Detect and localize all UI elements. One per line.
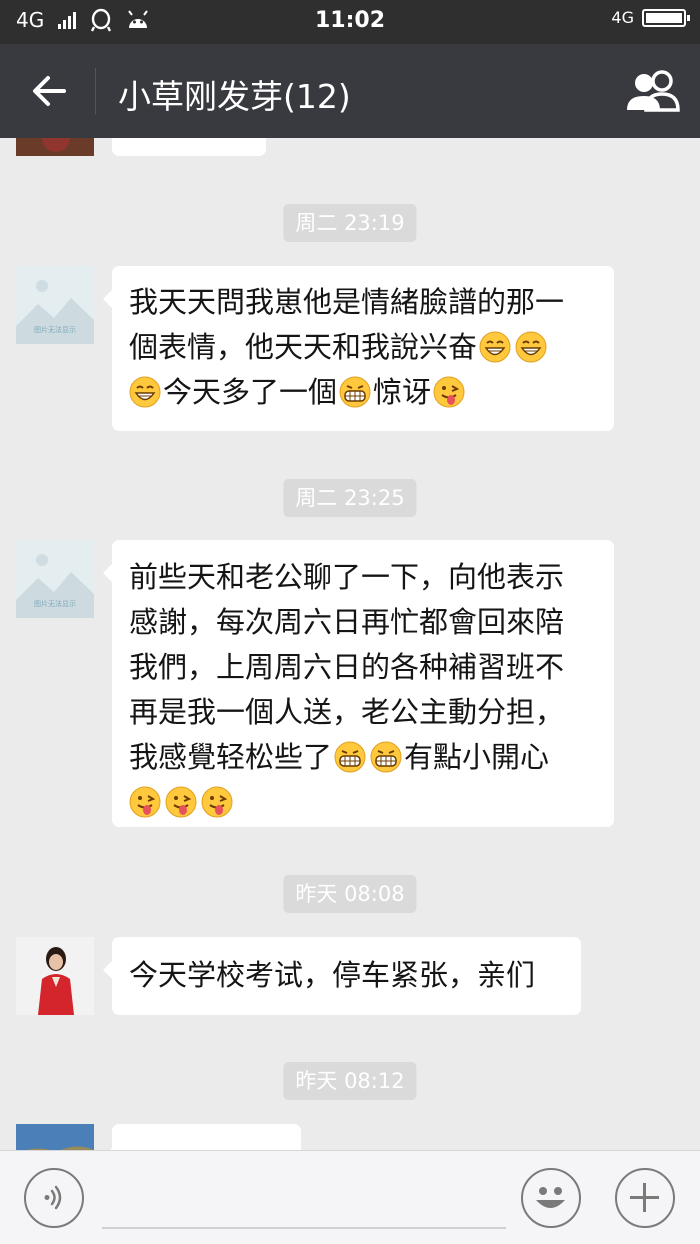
avatar-photo[interactable] <box>16 937 94 1015</box>
big-grin-emoji-icon <box>370 741 402 773</box>
voice-icon <box>44 1185 62 1210</box>
message-text: 有點小開心 <box>404 740 550 774</box>
big-grin-emoji-icon <box>339 376 371 408</box>
grin-emoji-icon <box>129 376 161 408</box>
avatar-photo[interactable] <box>16 138 94 156</box>
group-members-icon[interactable] <box>624 68 682 114</box>
big-grin-emoji-icon <box>334 741 366 773</box>
clock: 11:02 <box>314 8 386 33</box>
emoji-button[interactable] <box>521 1168 581 1228</box>
chat-header: 小草刚发芽(12) <box>0 44 700 138</box>
message-bubble[interactable] <box>112 138 266 156</box>
message-timestamp: 昨天 08:08 <box>283 875 417 913</box>
wink-tongue-emoji-icon <box>165 786 197 818</box>
avatar-photo[interactable] <box>16 1124 94 1150</box>
message-timestamp: 周二 23:25 <box>283 479 417 517</box>
message-timestamp: 周二 23:19 <box>283 204 417 242</box>
message-text: 我們，上周周六日的各种補習班不 <box>129 650 565 684</box>
chat-title: 小草刚发芽(12) <box>118 77 351 116</box>
message-text: 感謝，每次周六日再忙都會回來陪 <box>129 605 565 639</box>
message-text: 我感覺轻松些了 <box>129 740 333 774</box>
header-divider <box>95 68 96 114</box>
grin-emoji-icon <box>515 331 547 363</box>
status-bar: 4G 11:02 4G <box>0 0 700 44</box>
message-text: 今天多了一個 <box>163 375 338 409</box>
wink-tongue-emoji-icon <box>201 786 233 818</box>
message-input[interactable] <box>102 1227 506 1229</box>
message-list[interactable]: 周二 23:19 图片无法显示 我天天問我崽他是情緒臉譜的那一 個表情，他天天和… <box>0 138 700 1150</box>
avatar-placeholder[interactable]: 图片无法显示 <box>16 540 94 618</box>
message-bubble[interactable] <box>103 1124 301 1150</box>
svg-text:图片无法显示: 图片无法显示 <box>34 599 76 608</box>
grin-emoji-icon <box>479 331 511 363</box>
svg-text:图片无法显示: 图片无法显示 <box>34 325 76 334</box>
smiley-icon <box>536 1187 565 1208</box>
battery-icon <box>642 8 690 27</box>
avatar-placeholder[interactable]: 图片无法显示 <box>16 266 94 344</box>
message-timestamp: 昨天 08:12 <box>283 1062 417 1100</box>
message-text: 個表情，他天天和我說兴奋 <box>129 330 478 364</box>
message-input-bar <box>0 1150 700 1244</box>
voice-input-button[interactable] <box>24 1168 84 1228</box>
message-text: 惊讶 <box>373 375 432 409</box>
wink-tongue-emoji-icon <box>129 786 161 818</box>
message-text: 我天天問我崽他是情緒臉譜的那一 <box>129 285 565 319</box>
data-network-label: 4G <box>611 8 634 27</box>
message-text: 前些天和老公聊了一下，向他表示 <box>129 560 565 594</box>
wink-tongue-emoji-icon <box>433 376 465 408</box>
message-bubble[interactable]: 前些天和老公聊了一下，向他表示 感謝，每次周六日再忙都會回來陪 我們，上周周六日… <box>103 540 614 827</box>
back-arrow-icon[interactable] <box>24 66 74 116</box>
plus-icon <box>630 1183 659 1212</box>
message-text: 再是我一個人送，老公主動分担， <box>129 695 565 729</box>
message-bubble[interactable]: 我天天問我崽他是情緒臉譜的那一 個表情，他天天和我說兴奋 今天多了一個 惊讶 <box>103 266 614 431</box>
message-text: 今天学校考试，停车紧张，亲们 <box>129 958 536 992</box>
more-options-button[interactable] <box>615 1168 675 1228</box>
message-bubble[interactable]: 今天学校考试，停车紧张，亲们 <box>103 937 581 1015</box>
